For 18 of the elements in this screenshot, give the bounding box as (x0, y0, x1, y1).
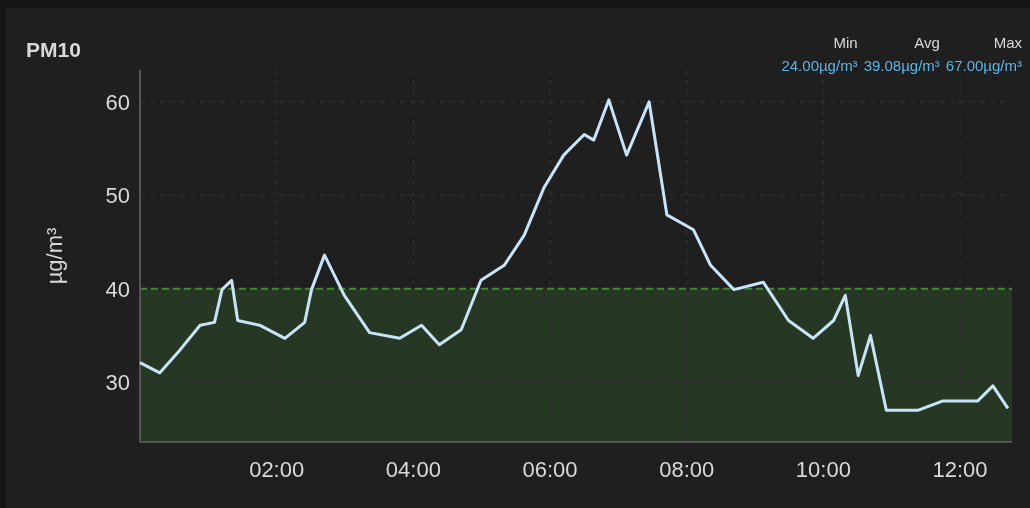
axis-tick-label: 06:00 (522, 457, 578, 482)
axis-tick-label: 30 (105, 370, 130, 396)
axis-tick-label: 50 (105, 183, 130, 209)
legend-value: 39.08µg/m³ (863, 57, 940, 74)
axis-tick-label: 04:00 (385, 457, 441, 482)
panel-title: PM10 (26, 38, 81, 62)
legend-value: 67.00µg/m³ (945, 57, 1022, 74)
axis-tick-label: 40 (105, 276, 130, 302)
axis-tick-label: 60 (105, 89, 130, 115)
legend-label: Max (993, 34, 1022, 51)
legend-label: Min (833, 34, 858, 51)
axis-tick-label: 02:00 (249, 457, 305, 482)
axis-tick-label: 10:00 (795, 457, 851, 482)
axis-tick-label: 12:00 (932, 457, 988, 482)
y-axis-label: µg/m³ (42, 227, 67, 285)
legend-value: 24.00µg/m³ (781, 57, 858, 74)
axis-tick-label: 08:00 (659, 457, 715, 482)
legend-label: Avg (914, 34, 940, 51)
